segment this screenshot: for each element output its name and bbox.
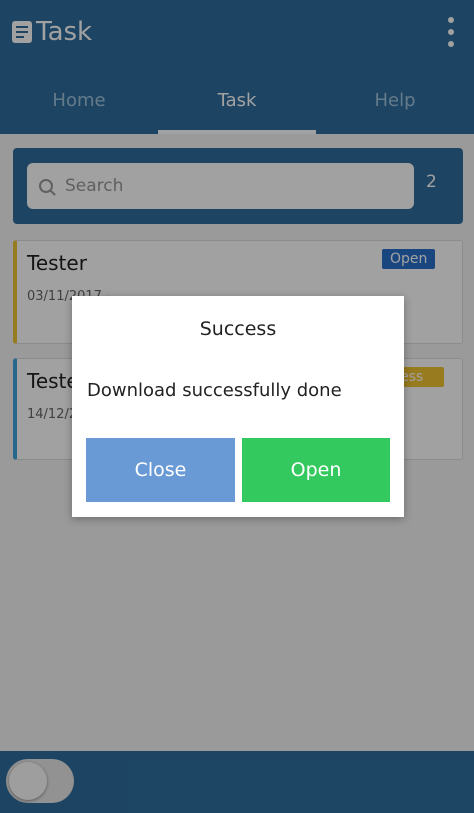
dialog-title: Success [199,318,277,340]
success-dialog: Success Download successfully done Close… [72,296,404,517]
dialog-message: Download successfully done [87,380,342,401]
close-button[interactable]: Close [86,438,235,502]
open-button[interactable]: Open [242,438,390,502]
